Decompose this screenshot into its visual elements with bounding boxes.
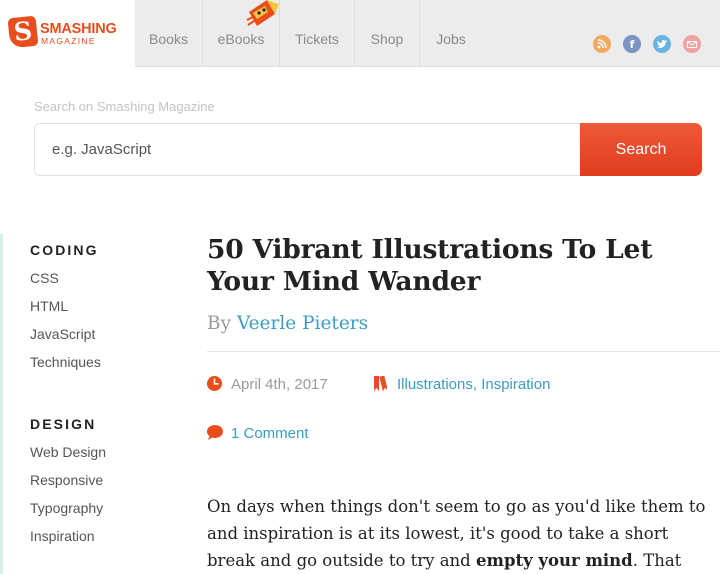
article-title: 50 Vibrant Illustrations To Let Your Min…: [207, 234, 653, 297]
search-label: Search on Smashing Magazine: [34, 99, 215, 114]
byline-prefix: By: [207, 313, 232, 334]
sidebar-heading-design: DESIGN: [30, 416, 97, 432]
sidebar-accent-line: [0, 234, 3, 574]
sidebar-item-techniques[interactable]: Techniques: [30, 354, 101, 370]
author-link[interactable]: Veerle Pieters: [237, 313, 368, 334]
facebook-icon[interactable]: f: [623, 35, 641, 53]
sidebar-item-css[interactable]: CSS: [30, 270, 59, 286]
logo-wordmark: SMASHING: [40, 21, 117, 37]
clock-icon: [207, 376, 222, 391]
comments-link[interactable]: 1 Comment: [231, 425, 309, 442]
mascot-cat-icon: [246, 0, 279, 26]
divider: [207, 351, 720, 352]
sidebar-item-web-design[interactable]: Web Design: [30, 444, 106, 460]
article-byline: By Veerle Pieters: [207, 313, 368, 334]
top-navigation-bar: S SMASHING MAGAZINE Books eBooks Tickets…: [0, 0, 720, 67]
comment-icon: [207, 425, 223, 440]
sidebar-item-inspiration[interactable]: Inspiration: [30, 528, 95, 544]
search-button[interactable]: Search: [580, 123, 702, 176]
logo-subtitle: MAGAZINE: [41, 36, 96, 46]
sidebar-item-javascript[interactable]: JavaScript: [30, 326, 95, 342]
article-intro: On days when things don't seem to go as …: [207, 493, 712, 574]
bookmark-icon: [374, 376, 387, 391]
sidebar-item-typography[interactable]: Typography: [30, 500, 103, 516]
sidebar-item-html[interactable]: HTML: [30, 298, 68, 314]
smashing-logo[interactable]: S SMASHING MAGAZINE: [0, 0, 135, 67]
newsletter-icon[interactable]: [683, 35, 701, 53]
intro-text-bold: empty your mind: [475, 551, 633, 570]
intro-text-end: . That: [632, 551, 682, 570]
rss-icon[interactable]: [593, 35, 611, 53]
nav-item-shop[interactable]: Shop: [355, 0, 420, 67]
logo-s-icon: S: [7, 15, 39, 49]
twitter-icon[interactable]: [653, 35, 671, 53]
nav-item-jobs[interactable]: Jobs: [420, 0, 482, 67]
sidebar-heading-coding: CODING: [30, 242, 99, 258]
nav-item-books[interactable]: Books: [135, 0, 203, 67]
article-tags[interactable]: Illustrations, Inspiration: [397, 376, 550, 393]
sidebar-item-responsive[interactable]: Responsive: [30, 472, 103, 488]
nav-item-tickets[interactable]: Tickets: [280, 0, 355, 67]
main-nav: Books eBooks Tickets Shop Jobs: [135, 0, 482, 67]
article-date: April 4th, 2017: [231, 376, 328, 393]
search-input[interactable]: [34, 123, 582, 176]
